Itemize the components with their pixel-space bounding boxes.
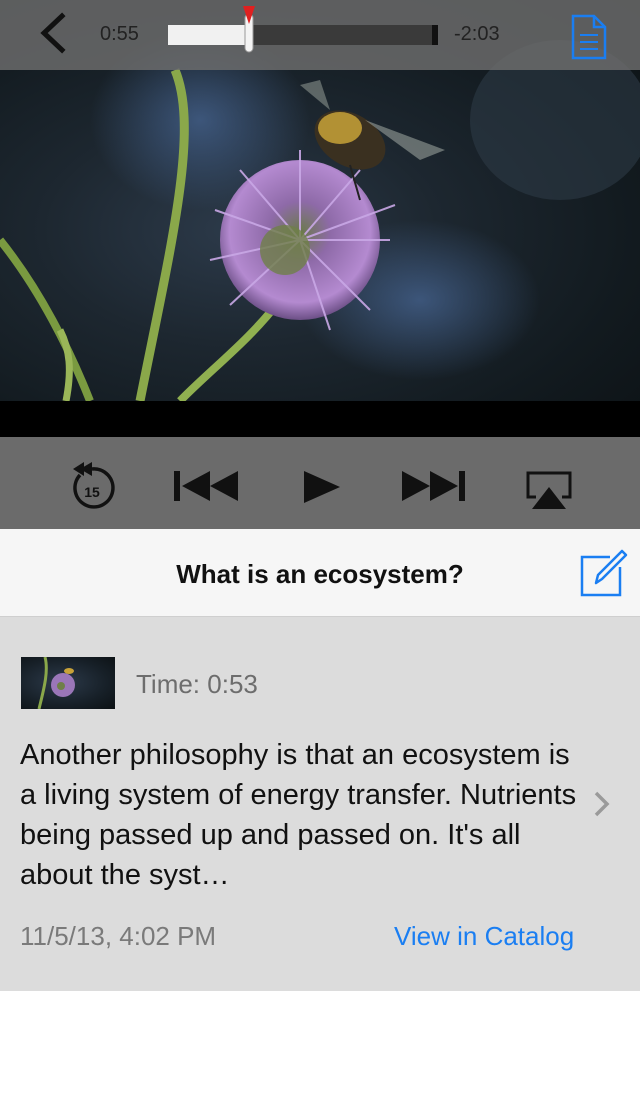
skip-previous-icon [174, 471, 238, 501]
note-time: Time: 0:53 [136, 669, 258, 699]
scrubber-thumb[interactable] [243, 6, 255, 54]
view-in-catalog-link[interactable]: View in Catalog [394, 921, 574, 952]
elapsed-time: 0:55 [100, 23, 139, 45]
remaining-time: -2:03 [454, 23, 500, 45]
transcript-button[interactable] [570, 13, 608, 61]
next-button[interactable] [400, 469, 466, 508]
scrubber-progress [168, 25, 249, 45]
note-body: Another philosophy is that an ecosystem … [20, 739, 577, 891]
scrubber-track[interactable] [168, 25, 438, 45]
back-button[interactable] [36, 10, 76, 56]
replay-15-button[interactable]: 15 [68, 461, 118, 516]
skip-next-icon [402, 471, 465, 501]
compose-icon [580, 549, 628, 597]
note-thumbnail [21, 657, 115, 709]
play-button[interactable] [302, 469, 342, 510]
document-icon [571, 14, 607, 60]
chevron-left-icon [40, 12, 66, 54]
note-date: 11/5/13, 4:02 PM [20, 921, 217, 951]
disclosure-chevron[interactable] [592, 789, 612, 819]
svg-text:15: 15 [84, 484, 100, 500]
scrubber-end-cap [432, 25, 438, 45]
play-icon [304, 471, 340, 503]
edit-note-button[interactable] [580, 549, 628, 597]
previous-button[interactable] [174, 469, 240, 508]
note-title: What is an ecosystem? [176, 559, 464, 589]
note-cell[interactable]: Time: 0:53 Another philosophy is that an… [0, 617, 640, 991]
scrubber-bar: 0:55 -2:03 [0, 0, 640, 70]
airplay-icon [526, 471, 572, 509]
note-header: What is an ecosystem? [0, 529, 640, 617]
chevron-right-icon [594, 791, 610, 817]
replay-15-icon: 15 [73, 462, 115, 509]
letterbox-bar [0, 401, 640, 437]
airplay-button[interactable] [526, 471, 572, 516]
playback-controls: 15 [0, 437, 640, 529]
